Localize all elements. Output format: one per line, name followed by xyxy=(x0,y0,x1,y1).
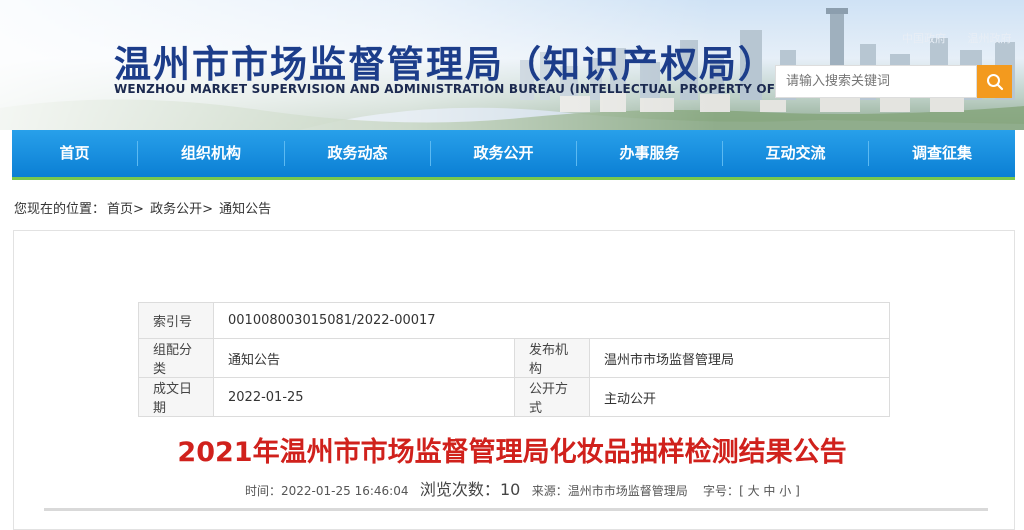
views-count: 10 xyxy=(499,480,521,499)
font-size-large-link[interactable]: 大 xyxy=(748,484,760,498)
font-size-close-bracket: ] xyxy=(795,484,800,498)
index-label: 索引号 xyxy=(138,302,214,339)
source-value: 温州市市场监督管理局 xyxy=(567,484,688,498)
index-value: 001008003015081/2022-00017 xyxy=(213,302,890,339)
top-links: 中国政府 温州政府 xyxy=(902,30,1024,46)
document-meta-table: 索引号 001008003015081/2022-00017 组配分类 通知公告… xyxy=(138,302,890,417)
category-value: 通知公告 xyxy=(213,338,515,378)
breadcrumb-notices[interactable]: 通知公告 xyxy=(219,202,271,217)
disclosure-mode-value: 主动公开 xyxy=(589,377,890,417)
main-nav: 首页 组织机构 政务动态 政务公开 办事服务 互动交流 调查征集 xyxy=(12,130,1015,180)
time-value: 2022-01-25 16:46:04 xyxy=(281,484,409,498)
nav-item-services[interactable]: 办事服务 xyxy=(577,130,722,177)
font-size-label: 字号： xyxy=(703,484,740,498)
nav-item-news[interactable]: 政务动态 xyxy=(285,130,430,177)
breadcrumb-home[interactable]: 首页> xyxy=(107,202,144,217)
disclosure-mode-label: 公开方式 xyxy=(514,377,590,417)
publisher-value: 温州市市场监督管理局 xyxy=(589,338,890,378)
breadcrumb-open-government[interactable]: 政务公开> xyxy=(150,202,213,217)
breadcrumb: 您现在的位置： 首页> 政务公开> 通知公告 xyxy=(14,198,273,217)
table-row: 组配分类 通知公告 发布机构 温州市市场监督管理局 xyxy=(138,338,890,378)
site-subtitle: WENZHOU MARKET SUPERVISION AND ADMINISTR… xyxy=(114,82,812,96)
nav-item-organization[interactable]: 组织机构 xyxy=(138,130,284,177)
date-value: 2022-01-25 xyxy=(213,377,515,417)
top-link-wenzhou-gov[interactable]: 温州政府 xyxy=(968,32,1012,45)
category-label: 组配分类 xyxy=(138,338,214,378)
nav-item-interaction[interactable]: 互动交流 xyxy=(723,130,868,177)
date-label: 成文日期 xyxy=(138,377,214,417)
breadcrumb-prefix: 您现在的位置： xyxy=(14,202,106,217)
views-label: 浏览次数： xyxy=(419,480,500,499)
font-size-medium-link[interactable]: 中 xyxy=(763,484,775,498)
nav-item-home[interactable]: 首页 xyxy=(12,130,137,177)
table-row: 成文日期 2022-01-25 公开方式 主动公开 xyxy=(138,377,890,417)
font-size-small-link[interactable]: 小 xyxy=(779,484,791,498)
source-label: 来源： xyxy=(531,484,568,498)
search-icon xyxy=(986,73,1003,90)
article-meta: 时间：2022-01-25 16:46:04 浏览次数：10 来源：温州市市场监… xyxy=(245,476,800,500)
publisher-label: 发布机构 xyxy=(514,338,590,378)
nav-item-survey[interactable]: 调查征集 xyxy=(869,130,1015,177)
article-title: 2021年温州市市场监督管理局化妆品抽样检测结果公告 xyxy=(177,437,847,468)
search-button[interactable] xyxy=(977,65,1012,98)
table-row: 索引号 001008003015081/2022-00017 xyxy=(138,302,890,339)
divider xyxy=(44,508,988,511)
search-input[interactable] xyxy=(775,65,977,98)
site-title: 温州市市场监督管理局（知识产权局） xyxy=(114,42,777,86)
nav-item-open-government[interactable]: 政务公开 xyxy=(431,130,576,177)
time-label: 时间： xyxy=(245,484,282,498)
font-size-open-bracket: [ xyxy=(739,484,744,498)
top-link-china-gov[interactable]: 中国政府 xyxy=(902,32,946,45)
